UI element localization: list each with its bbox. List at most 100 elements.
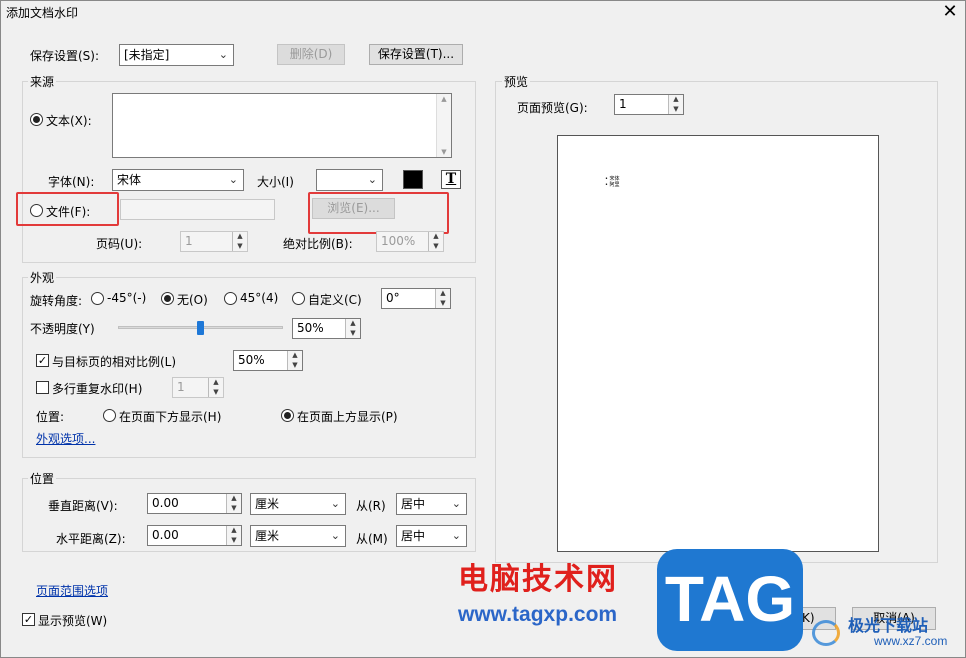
show-preview-label: 显示预览(W) (38, 614, 108, 628)
page-range-options-link[interactable]: 页面范围选项 (36, 582, 108, 599)
chevron-down-icon: ⌄ (228, 173, 238, 186)
show-preview-checkbox[interactable]: ✓ (22, 613, 35, 626)
relative-scale-spinner[interactable]: ▲ ▼ (287, 351, 302, 370)
save-settings-select[interactable]: [未指定] ⌄ (119, 44, 234, 66)
page-number-value: 1 (185, 234, 193, 248)
vertical-unit-select[interactable]: 厘米 ⌄ (250, 493, 346, 515)
relative-scale-value: 50% (238, 353, 265, 367)
absolute-scale-value: 100% (381, 234, 416, 248)
multiline-label: 多行重复水印(H) (52, 382, 143, 396)
absolute-scale-spinner[interactable]: ▲ ▼ (428, 232, 443, 251)
rotation-label: 旋转角度: (30, 294, 83, 308)
site-watermark-url: www.tagxp.com (458, 603, 618, 626)
horizontal-from-select[interactable]: 居中 ⌄ (396, 525, 467, 547)
size-select[interactable]: ⌄ (316, 169, 383, 191)
scroll-down-icon[interactable]: ▼ (437, 147, 451, 157)
scroll-up-icon[interactable]: ▲ (437, 94, 451, 104)
vertical-distance-spinner[interactable]: ▲ ▼ (226, 494, 241, 513)
preview-page-value: 1 (619, 97, 627, 111)
position-below-label: 在页面下方显示(H) (119, 410, 222, 424)
relative-scale-checkbox[interactable]: ✓ (36, 354, 49, 367)
chevron-down-icon: ⌄ (330, 497, 340, 510)
horizontal-distance-spinner[interactable]: ▲ ▼ (226, 526, 241, 545)
vertical-unit-value: 厘米 (255, 497, 280, 511)
multiline-input[interactable]: 1 ▲ ▼ (172, 377, 224, 398)
spin-up-icon[interactable]: ▲ (429, 232, 443, 242)
spin-up-icon[interactable]: ▲ (227, 494, 241, 504)
horizontal-distance-input[interactable]: 0.00 ▲ ▼ (147, 525, 242, 546)
rotation-custom-radio[interactable] (292, 292, 305, 305)
relative-scale-label: 与目标页的相对比例(L) (52, 355, 177, 369)
appearance-options-link[interactable]: 外观选项... (36, 430, 95, 447)
close-icon[interactable]: ✕ (940, 1, 960, 23)
horizontal-unit-select[interactable]: 厘米 ⌄ (250, 525, 346, 547)
opacity-spinner[interactable]: ▲ ▼ (345, 319, 360, 338)
rotation-neg45-radio[interactable] (91, 292, 104, 305)
delete-button[interactable]: 删除(D) (277, 44, 345, 65)
source-legend: 来源 (28, 73, 57, 90)
preview-legend: 预览 (502, 73, 531, 90)
spin-down-icon[interactable]: ▼ (233, 242, 247, 252)
chevron-down-icon: ⌄ (367, 173, 377, 186)
rotation-45-radio[interactable] (224, 292, 237, 305)
opacity-slider-track[interactable] (118, 321, 283, 335)
page-number-input[interactable]: 1 ▲ ▼ (180, 231, 248, 252)
horizontal-distance-label: 水平距离(Z): (56, 532, 126, 546)
spin-down-icon[interactable]: ▼ (669, 105, 683, 115)
spin-down-icon[interactable]: ▼ (429, 242, 443, 252)
rotation-custom-label: 自定义(C) (308, 293, 362, 307)
preview-page-input[interactable]: 1 ▲ ▼ (614, 94, 684, 115)
appearance-legend: 外观 (28, 269, 57, 286)
page-number-spinner[interactable]: ▲ ▼ (232, 232, 247, 251)
watermark-text-area[interactable]: ▲ ▼ (112, 93, 452, 158)
preview-bullet-item: • 阿里 (605, 182, 620, 188)
spin-up-icon[interactable]: ▲ (669, 95, 683, 105)
vertical-from-select[interactable]: 居中 ⌄ (396, 493, 467, 515)
opacity-slider-thumb[interactable] (197, 321, 204, 335)
text-radio[interactable] (30, 113, 43, 126)
chevron-down-icon: ⌄ (330, 529, 340, 542)
rotation-none-radio[interactable] (161, 292, 174, 305)
spin-down-icon[interactable]: ▼ (346, 329, 360, 339)
vertical-distance-value: 0.00 (152, 496, 179, 510)
multiline-spinner[interactable]: ▲ ▼ (208, 378, 223, 397)
spin-up-icon[interactable]: ▲ (346, 319, 360, 329)
spin-down-icon[interactable]: ▼ (227, 536, 241, 546)
font-select[interactable]: 宋体 ⌄ (112, 169, 244, 191)
preview-page-label: 页面预览(G): (517, 101, 588, 115)
absolute-scale-label: 绝对比例(B): (283, 237, 353, 251)
font-value: 宋体 (117, 173, 142, 187)
aurora-logo-icon (812, 620, 840, 646)
horizontal-distance-value: 0.00 (152, 528, 179, 542)
vertical-distance-label: 垂直距离(V): (48, 499, 118, 513)
text-area-scrollbar[interactable]: ▲ ▼ (436, 94, 451, 157)
spin-up-icon[interactable]: ▲ (233, 232, 247, 242)
position-below-radio[interactable] (103, 409, 116, 422)
spin-down-icon[interactable]: ▼ (227, 504, 241, 514)
opacity-input[interactable]: 50% ▲ ▼ (292, 318, 361, 339)
position-label: 位置: (36, 410, 65, 424)
rotation-spinner[interactable]: ▲ ▼ (435, 289, 450, 308)
save-settings-button[interactable]: 保存设置(T)... (369, 44, 463, 65)
file-path-input[interactable] (120, 199, 275, 220)
spin-up-icon[interactable]: ▲ (436, 289, 450, 299)
spin-down-icon[interactable]: ▼ (288, 361, 302, 371)
vertical-distance-input[interactable]: 0.00 ▲ ▼ (147, 493, 242, 514)
spin-down-icon[interactable]: ▼ (209, 388, 223, 398)
spin-down-icon[interactable]: ▼ (436, 299, 450, 309)
color-swatch[interactable] (403, 170, 423, 189)
spin-up-icon[interactable]: ▲ (209, 378, 223, 388)
horizontal-from-value: 居中 (401, 529, 426, 543)
multiline-checkbox[interactable] (36, 381, 49, 394)
spin-up-icon[interactable]: ▲ (227, 526, 241, 536)
text-format-icon[interactable]: T (441, 170, 461, 189)
relative-scale-input[interactable]: 50% ▲ ▼ (233, 350, 303, 371)
absolute-scale-input[interactable]: 100% ▲ ▼ (376, 231, 444, 252)
preview-page-spinner[interactable]: ▲ ▼ (668, 95, 683, 114)
rotation-custom-input[interactable]: 0° ▲ ▼ (381, 288, 451, 309)
page-number-label: 页码(U): (96, 237, 143, 251)
position-above-radio[interactable] (281, 409, 294, 422)
spin-up-icon[interactable]: ▲ (288, 351, 302, 361)
multiline-value: 1 (177, 380, 185, 394)
highlight-box-browse (308, 192, 449, 234)
